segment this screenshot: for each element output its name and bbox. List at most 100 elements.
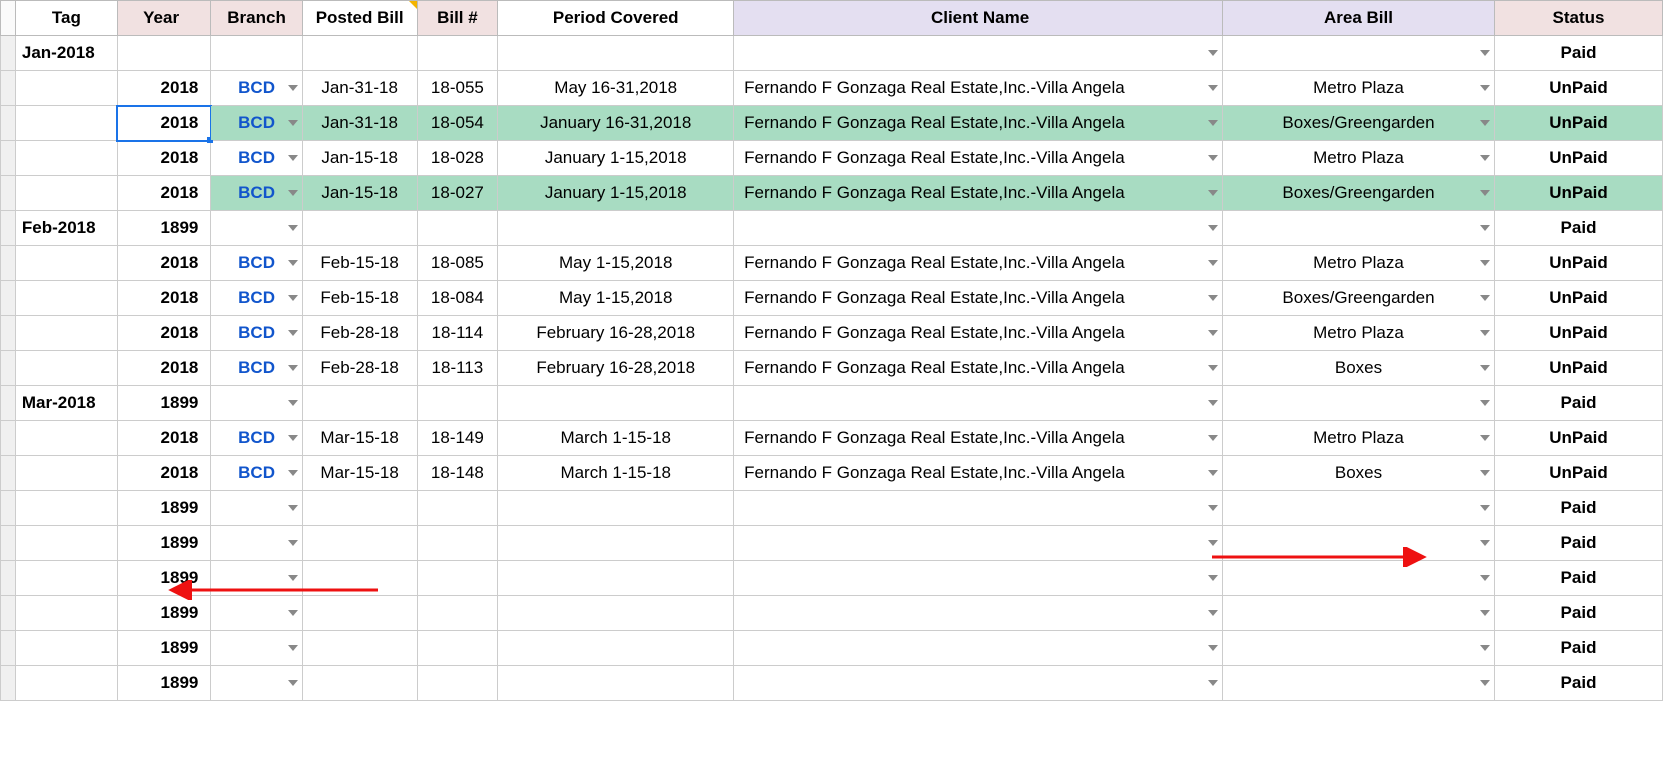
row-gutter[interactable] — [1, 316, 16, 351]
cell-bill[interactable] — [417, 666, 498, 701]
cell-client[interactable] — [734, 211, 1223, 246]
cell-area[interactable]: Boxes — [1222, 456, 1494, 491]
chevron-down-icon[interactable] — [1480, 85, 1490, 91]
chevron-down-icon[interactable] — [1208, 260, 1218, 266]
cell-year[interactable]: 1899 — [117, 211, 211, 246]
cell-period[interactable] — [498, 596, 734, 631]
chevron-down-icon[interactable] — [1208, 540, 1218, 546]
cell-bill[interactable] — [417, 631, 498, 666]
cell-posted[interactable] — [302, 666, 417, 701]
cell-posted[interactable] — [302, 561, 417, 596]
cell-area[interactable]: Boxes/Greengarden — [1222, 281, 1494, 316]
cell-branch[interactable] — [211, 36, 302, 71]
row-gutter[interactable] — [1, 526, 16, 561]
cell-bill[interactable]: 18-084 — [417, 281, 498, 316]
cell-branch[interactable] — [211, 386, 302, 421]
chevron-down-icon[interactable] — [1480, 680, 1490, 686]
col-bill[interactable]: Bill # — [417, 1, 498, 36]
cell-branch-text[interactable]: BCD — [238, 78, 275, 97]
cell-branch[interactable]: BCD — [211, 71, 302, 106]
row-gutter[interactable] — [1, 211, 16, 246]
cell-branch[interactable]: BCD — [211, 316, 302, 351]
cell-tag[interactable] — [15, 246, 117, 281]
chevron-down-icon[interactable] — [1208, 505, 1218, 511]
cell-branch[interactable] — [211, 211, 302, 246]
cell-branch[interactable]: BCD — [211, 141, 302, 176]
cell-branch-text[interactable]: BCD — [238, 463, 275, 482]
cell-branch[interactable]: BCD — [211, 106, 302, 141]
cell-bill[interactable] — [417, 561, 498, 596]
cell-status[interactable]: UnPaid — [1495, 246, 1663, 281]
cell-area[interactable]: Metro Plaza — [1222, 141, 1494, 176]
cell-tag[interactable] — [15, 421, 117, 456]
cell-status[interactable]: UnPaid — [1495, 421, 1663, 456]
chevron-down-icon[interactable] — [1208, 85, 1218, 91]
cell-status[interactable]: UnPaid — [1495, 176, 1663, 211]
col-status[interactable]: Status — [1495, 1, 1663, 36]
chevron-down-icon[interactable] — [1480, 295, 1490, 301]
cell-branch-text[interactable]: BCD — [238, 428, 275, 447]
cell-tag[interactable] — [15, 141, 117, 176]
cell-posted[interactable]: Jan-31-18 — [302, 106, 417, 141]
cell-area[interactable] — [1222, 211, 1494, 246]
cell-tag[interactable]: Mar-2018 — [15, 386, 117, 421]
cell-branch[interactable] — [211, 666, 302, 701]
cell-client[interactable]: Fernando F Gonzaga Real Estate,Inc.-Vill… — [734, 456, 1223, 491]
cell-bill[interactable]: 18-055 — [417, 71, 498, 106]
col-posted[interactable]: Posted Bill — [302, 1, 417, 36]
col-client[interactable]: Client Name — [734, 1, 1223, 36]
cell-year[interactable]: 2018 — [117, 456, 211, 491]
cell-year[interactable]: 2018 — [117, 141, 211, 176]
cell-year[interactable]: 2018 — [117, 176, 211, 211]
chevron-down-icon[interactable] — [1480, 50, 1490, 56]
cell-period[interactable] — [498, 561, 734, 596]
cell-period[interactable]: May 16-31,2018 — [498, 71, 734, 106]
chevron-down-icon[interactable] — [288, 225, 298, 231]
row-gutter[interactable] — [1, 386, 16, 421]
cell-area[interactable] — [1222, 386, 1494, 421]
row-gutter[interactable] — [1, 421, 16, 456]
cell-client[interactable] — [734, 386, 1223, 421]
chevron-down-icon[interactable] — [1480, 610, 1490, 616]
cell-tag[interactable] — [15, 316, 117, 351]
cell-tag[interactable] — [15, 281, 117, 316]
chevron-down-icon[interactable] — [1480, 400, 1490, 406]
cell-status[interactable]: Paid — [1495, 666, 1663, 701]
cell-period[interactable] — [498, 36, 734, 71]
cell-branch[interactable] — [211, 526, 302, 561]
cell-tag[interactable]: Jan-2018 — [15, 36, 117, 71]
cell-year[interactable]: 1899 — [117, 491, 211, 526]
cell-client[interactable]: Fernando F Gonzaga Real Estate,Inc.-Vill… — [734, 281, 1223, 316]
cell-year[interactable]: 2018 — [117, 351, 211, 386]
cell-client[interactable]: Fernando F Gonzaga Real Estate,Inc.-Vill… — [734, 176, 1223, 211]
cell-year[interactable]: 2018 — [117, 316, 211, 351]
row-gutter[interactable] — [1, 36, 16, 71]
cell-status[interactable]: UnPaid — [1495, 281, 1663, 316]
cell-area[interactable] — [1222, 491, 1494, 526]
chevron-down-icon[interactable] — [288, 120, 298, 126]
cell-posted[interactable] — [302, 386, 417, 421]
col-branch[interactable]: Branch — [211, 1, 302, 36]
cell-period[interactable] — [498, 666, 734, 701]
chevron-down-icon[interactable] — [1480, 470, 1490, 476]
cell-tag[interactable] — [15, 351, 117, 386]
cell-area[interactable] — [1222, 561, 1494, 596]
cell-client[interactable] — [734, 666, 1223, 701]
chevron-down-icon[interactable] — [288, 505, 298, 511]
cell-tag[interactable] — [15, 456, 117, 491]
chevron-down-icon[interactable] — [288, 645, 298, 651]
chevron-down-icon[interactable] — [1208, 680, 1218, 686]
cell-client[interactable]: Fernando F Gonzaga Real Estate,Inc.-Vill… — [734, 106, 1223, 141]
cell-posted[interactable]: Feb-15-18 — [302, 281, 417, 316]
cell-period[interactable]: February 16-28,2018 — [498, 316, 734, 351]
chevron-down-icon[interactable] — [1208, 190, 1218, 196]
cell-year[interactable]: 1899 — [117, 526, 211, 561]
cell-branch-text[interactable]: BCD — [238, 358, 275, 377]
chevron-down-icon[interactable] — [1480, 225, 1490, 231]
cell-status[interactable]: Paid — [1495, 491, 1663, 526]
cell-branch[interactable] — [211, 631, 302, 666]
comment-indicator-icon[interactable] — [409, 1, 417, 9]
cell-bill[interactable] — [417, 596, 498, 631]
chevron-down-icon[interactable] — [288, 155, 298, 161]
chevron-down-icon[interactable] — [1480, 330, 1490, 336]
